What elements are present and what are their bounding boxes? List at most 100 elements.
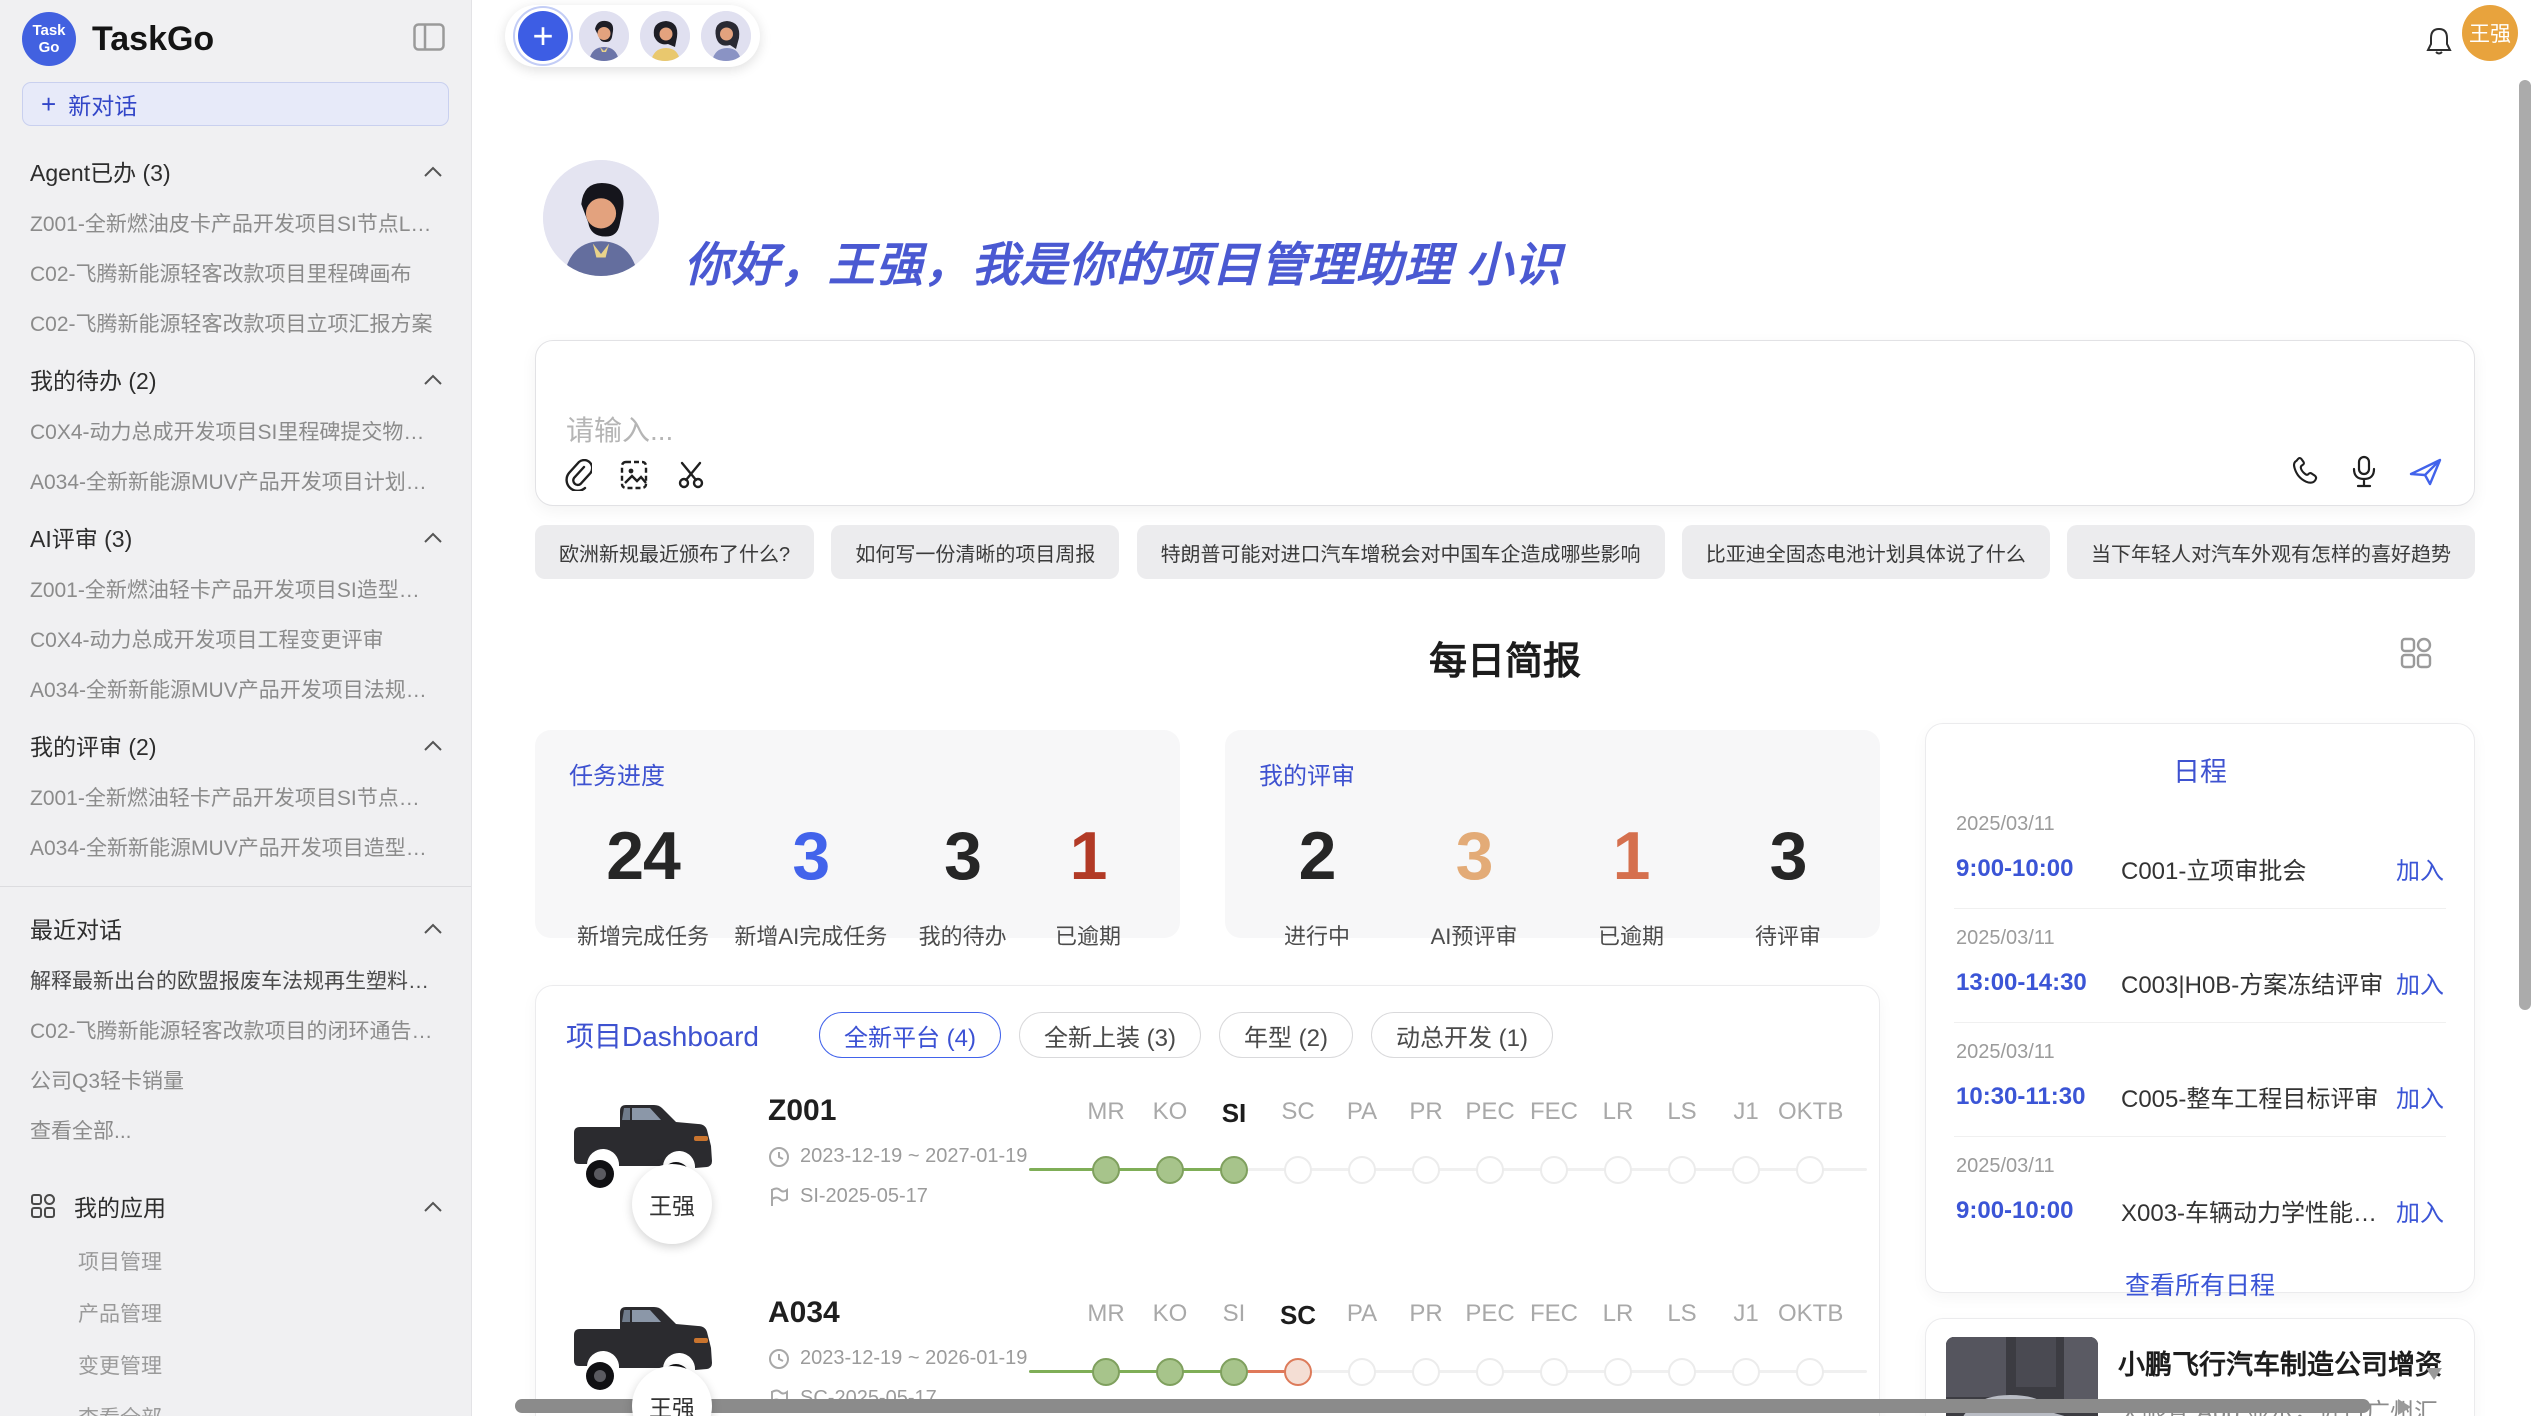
milestone-dot-done[interactable]	[1220, 1156, 1248, 1184]
layout-grid-icon[interactable]	[2399, 636, 2433, 675]
join-meeting-link[interactable]: 加入	[2396, 965, 2444, 1000]
schedule-name: X003-车辆动力学性能验...	[2121, 1193, 2384, 1228]
sidebar-collapse-icon[interactable]	[413, 23, 445, 56]
sidebar-divider	[0, 886, 471, 887]
sidebar-section-header[interactable]: AI评审 (3)	[0, 506, 471, 564]
milestone-label: J1	[1714, 1098, 1778, 1129]
milestone-label: SI	[1202, 1098, 1266, 1129]
sidebar-task-item[interactable]: C0X4-动力总成开发项目SI里程碑提交物检查	[0, 406, 471, 456]
logo-line1: Task	[32, 22, 65, 39]
milestone-dot-todo[interactable]	[1284, 1156, 1312, 1184]
milestone-dot-todo[interactable]	[1476, 1156, 1504, 1184]
dashboard-tab[interactable]: 年型 (2)	[1219, 1012, 1353, 1058]
vertical-scrollbar[interactable]	[2519, 80, 2531, 1010]
sidebar-section-header[interactable]: Agent已办 (3)	[0, 140, 471, 198]
sidebar-task-item[interactable]: C02-飞腾新能源轻客改款项目立项汇报方案	[0, 298, 471, 348]
milestone-label: OKTB	[1778, 1300, 1842, 1331]
my-apps-sub-item[interactable]: 产品管理	[0, 1287, 471, 1339]
milestone-dot-done[interactable]	[1092, 1358, 1120, 1386]
milestone-dot-todo[interactable]	[1540, 1156, 1568, 1184]
recent-chat-item[interactable]: 公司Q3轻卡销量	[0, 1055, 471, 1105]
sidebar-item-my-apps[interactable]: 我的应用	[0, 1177, 471, 1235]
attachment-icon[interactable]	[562, 459, 592, 491]
add-agent-button[interactable]: +	[518, 11, 568, 61]
recent-chat-item[interactable]: 查看全部...	[0, 1105, 471, 1155]
sidebar-section-label: AI评审 (3)	[30, 520, 132, 554]
sidebar-section-header[interactable]: 最近对话	[0, 897, 471, 955]
sidebar-task-item[interactable]: A034-全新新能源MUV产品开发项目法规符合性评审	[0, 664, 471, 714]
sidebar-task-item[interactable]: Z001-全新燃油轻卡产品开发项目SI造型提交物评审	[0, 564, 471, 614]
project-row[interactable]: 王强Z0012023-12-19 ~ 2027-01-19SI-2025-05-…	[566, 1088, 1849, 1260]
agent-avatar-2[interactable]	[640, 11, 690, 61]
my-apps-sub-item[interactable]: 变更管理	[0, 1339, 471, 1391]
sidebar-task-item[interactable]: C0X4-动力总成开发项目工程变更评审	[0, 614, 471, 664]
milestone-dot-done[interactable]	[1220, 1358, 1248, 1386]
milestone-dot-done[interactable]	[1156, 1358, 1184, 1386]
chat-input-card[interactable]: 请输入...	[535, 340, 2475, 506]
milestone-dot-todo[interactable]	[1732, 1156, 1760, 1184]
project-dashboard-card: 项目Dashboard 全新平台 (4)全新上装 (3)年型 (2)动总开发 (…	[535, 985, 1880, 1416]
project-row[interactable]: 王强A0342023-12-19 ~ 2026-01-19SC-2025-05-…	[566, 1290, 1849, 1416]
milestone-dot-todo[interactable]	[1348, 1358, 1376, 1386]
milestone-dot-overdue[interactable]	[1284, 1358, 1312, 1386]
milestone-dot-todo[interactable]	[1796, 1156, 1824, 1184]
stat-value: 3	[1424, 817, 1524, 895]
stat-value: 3	[1738, 817, 1838, 895]
phone-call-icon[interactable]	[2288, 456, 2320, 488]
my-apps-sub-item[interactable]: 查看全部...	[0, 1391, 471, 1416]
recent-chat-item[interactable]: C02-飞腾新能源轻客改款项目的闭环通告反馈情况	[0, 1005, 471, 1055]
join-meeting-link[interactable]: 加入	[2396, 1079, 2444, 1114]
scroll-right-arrow-icon[interactable]	[2398, 1399, 2411, 1415]
notifications-bell-icon[interactable]	[2424, 26, 2454, 63]
sidebar-task-item[interactable]: A034-全新新能源MUV产品开发项目计划变更表编写	[0, 456, 471, 506]
sidebar-task-item[interactable]: A034-全新新能源MUV产品开发项目造型可行性评审	[0, 822, 471, 872]
sidebar-task-item[interactable]: C02-飞腾新能源轻客改款项目里程碑画布	[0, 248, 471, 298]
sidebar-section-header[interactable]: 我的评审 (2)	[0, 714, 471, 772]
milestone-dot-todo[interactable]	[1668, 1358, 1696, 1386]
user-avatar[interactable]: 王强	[2462, 5, 2518, 61]
milestone-dot-done[interactable]	[1156, 1156, 1184, 1184]
milestone-dot-todo[interactable]	[1668, 1156, 1696, 1184]
schedule-item: 2025/03/1110:30-11:30C005-整车工程目标评审加入	[1954, 1023, 2446, 1137]
join-meeting-link[interactable]: 加入	[2396, 851, 2444, 886]
milestone-dot-todo[interactable]	[1732, 1358, 1760, 1386]
new-chat-button[interactable]: + 新对话	[22, 82, 449, 126]
milestone-dot-done[interactable]	[1092, 1156, 1120, 1184]
suggestion-chip[interactable]: 欧洲新规最近颁布了什么?	[535, 525, 814, 579]
my-apps-sub-item[interactable]: 项目管理	[0, 1235, 471, 1287]
dashboard-tab[interactable]: 动总开发 (1)	[1371, 1012, 1553, 1058]
suggestion-chip[interactable]: 当下年轻人对汽车外观有怎样的喜好趋势	[2067, 525, 2475, 579]
milestone-dot-todo[interactable]	[1796, 1358, 1824, 1386]
join-meeting-link[interactable]: 加入	[2396, 1193, 2444, 1228]
sidebar-task-item[interactable]: Z001-全新燃油皮卡产品开发项目SI节点Lesson Learn报告	[0, 198, 471, 248]
microphone-icon[interactable]	[2350, 455, 2378, 489]
dashboard-tab[interactable]: 全新上装 (3)	[1019, 1012, 1201, 1058]
milestone-label: SC	[1266, 1300, 1330, 1331]
stat: 24新增完成任务	[577, 817, 709, 951]
milestone-dot-todo[interactable]	[1604, 1156, 1632, 1184]
milestone-dot-todo[interactable]	[1348, 1156, 1376, 1184]
agent-avatar-3[interactable]	[701, 11, 751, 61]
suggestion-chip[interactable]: 如何写一份清晰的项目周报	[831, 525, 1119, 579]
scroll-down-arrow-icon[interactable]	[2426, 1368, 2442, 1380]
sidebar-section-header[interactable]: 我的待办 (2)	[0, 348, 471, 406]
agent-avatar-1[interactable]	[579, 11, 629, 61]
milestone-dot-todo[interactable]	[1476, 1358, 1504, 1386]
stat: 3新增AI完成任务	[734, 817, 887, 951]
image-icon[interactable]	[618, 459, 650, 491]
greeting-text: 你好，王强，我是你的项目管理助理 小识	[684, 226, 1562, 295]
horizontal-scrollbar[interactable]	[515, 1399, 2370, 1413]
milestone-dot-todo[interactable]	[1412, 1358, 1440, 1386]
scissors-icon[interactable]	[676, 459, 708, 491]
milestone-dot-todo[interactable]	[1604, 1358, 1632, 1386]
sidebar-task-item[interactable]: Z001-全新燃油轻卡产品开发项目SI节点属性5D文件评审	[0, 772, 471, 822]
suggestion-chip[interactable]: 特朗普可能对进口汽车增税会对中国车企造成哪些影响	[1137, 525, 1665, 579]
milestone-dot-todo[interactable]	[1540, 1358, 1568, 1386]
view-all-schedule-link[interactable]: 查看所有日程	[1954, 1266, 2446, 1302]
recent-chat-item[interactable]: 解释最新出台的欧盟报废车法规再生塑料比例被调至15%...	[0, 955, 471, 1005]
dashboard-tab[interactable]: 全新平台 (4)	[819, 1012, 1001, 1058]
suggestion-chip[interactable]: 比亚迪全固态电池计划具体说了什么	[1682, 525, 2050, 579]
send-icon[interactable]	[2408, 456, 2444, 488]
milestone-dot-todo[interactable]	[1412, 1156, 1440, 1184]
schedule-date: 2025/03/11	[1956, 927, 2444, 950]
